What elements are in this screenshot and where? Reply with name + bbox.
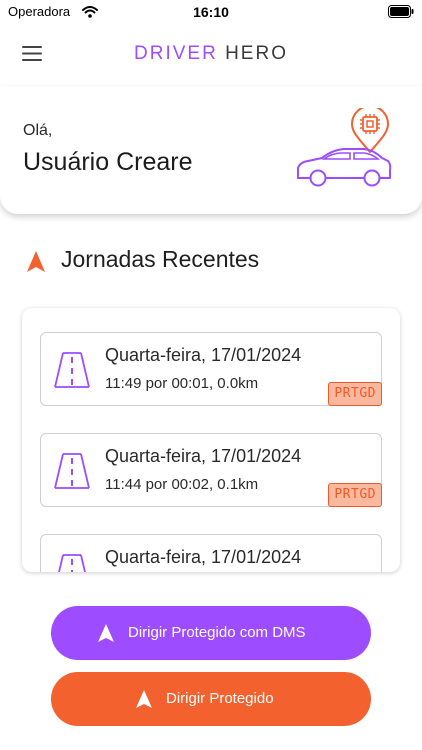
journey-details: 11:44 por 00:02, 0.1km xyxy=(105,476,259,493)
journey-item[interactable]: Quarta-feira, 17/01/2024 xyxy=(40,534,382,572)
road-icon xyxy=(53,351,91,394)
nav-arrow-icon xyxy=(26,250,46,279)
welcome-card: Olá, Usuário Creare xyxy=(0,86,422,214)
nav-arrow-icon xyxy=(97,623,115,647)
journey-date: Quarta-feira, 17/01/2024 xyxy=(105,547,302,567)
car-chip-icon xyxy=(294,105,394,195)
journey-details: 11:49 por 00:01, 0.0km xyxy=(105,375,259,392)
journey-item[interactable]: Quarta-feira, 17/01/2024 11:49 por 00:01… xyxy=(40,332,382,406)
status-badge: PRTGD xyxy=(328,382,382,406)
journey-date: Quarta-feira, 17/01/2024 xyxy=(105,446,302,466)
button-label: Dirigir Protegido com DMS xyxy=(128,624,306,641)
journeys-list[interactable]: Quarta-feira, 17/01/2024 11:49 por 00:01… xyxy=(22,308,400,572)
button-label: Dirigir Protegido xyxy=(166,690,274,707)
section-title: Jornadas Recentes xyxy=(61,246,260,272)
journey-date: Quarta-feira, 17/01/2024 xyxy=(105,345,302,365)
road-icon xyxy=(53,553,91,572)
clock: 16:10 xyxy=(193,4,229,20)
status-badge: PRTGD xyxy=(328,483,382,507)
drive-protected-button[interactable]: Dirigir Protegido xyxy=(51,672,371,726)
app-logo: DRIVER HERO xyxy=(0,43,422,65)
drive-protected-dms-button[interactable]: Dirigir Protegido com DMS xyxy=(51,606,371,660)
greeting: Olá, xyxy=(23,122,53,139)
status-bar: Operadora 16:10 xyxy=(0,0,422,24)
road-icon xyxy=(53,452,91,495)
journey-item[interactable]: Quarta-feira, 17/01/2024 11:44 por 00:02… xyxy=(40,433,382,507)
brand-accent: DRIVER xyxy=(134,43,218,64)
brand-rest: HERO xyxy=(225,43,288,64)
nav-arrow-icon xyxy=(135,689,153,713)
username: Usuário Creare xyxy=(23,148,193,176)
app-header: DRIVER HERO xyxy=(0,30,422,78)
battery-icon xyxy=(388,5,414,23)
